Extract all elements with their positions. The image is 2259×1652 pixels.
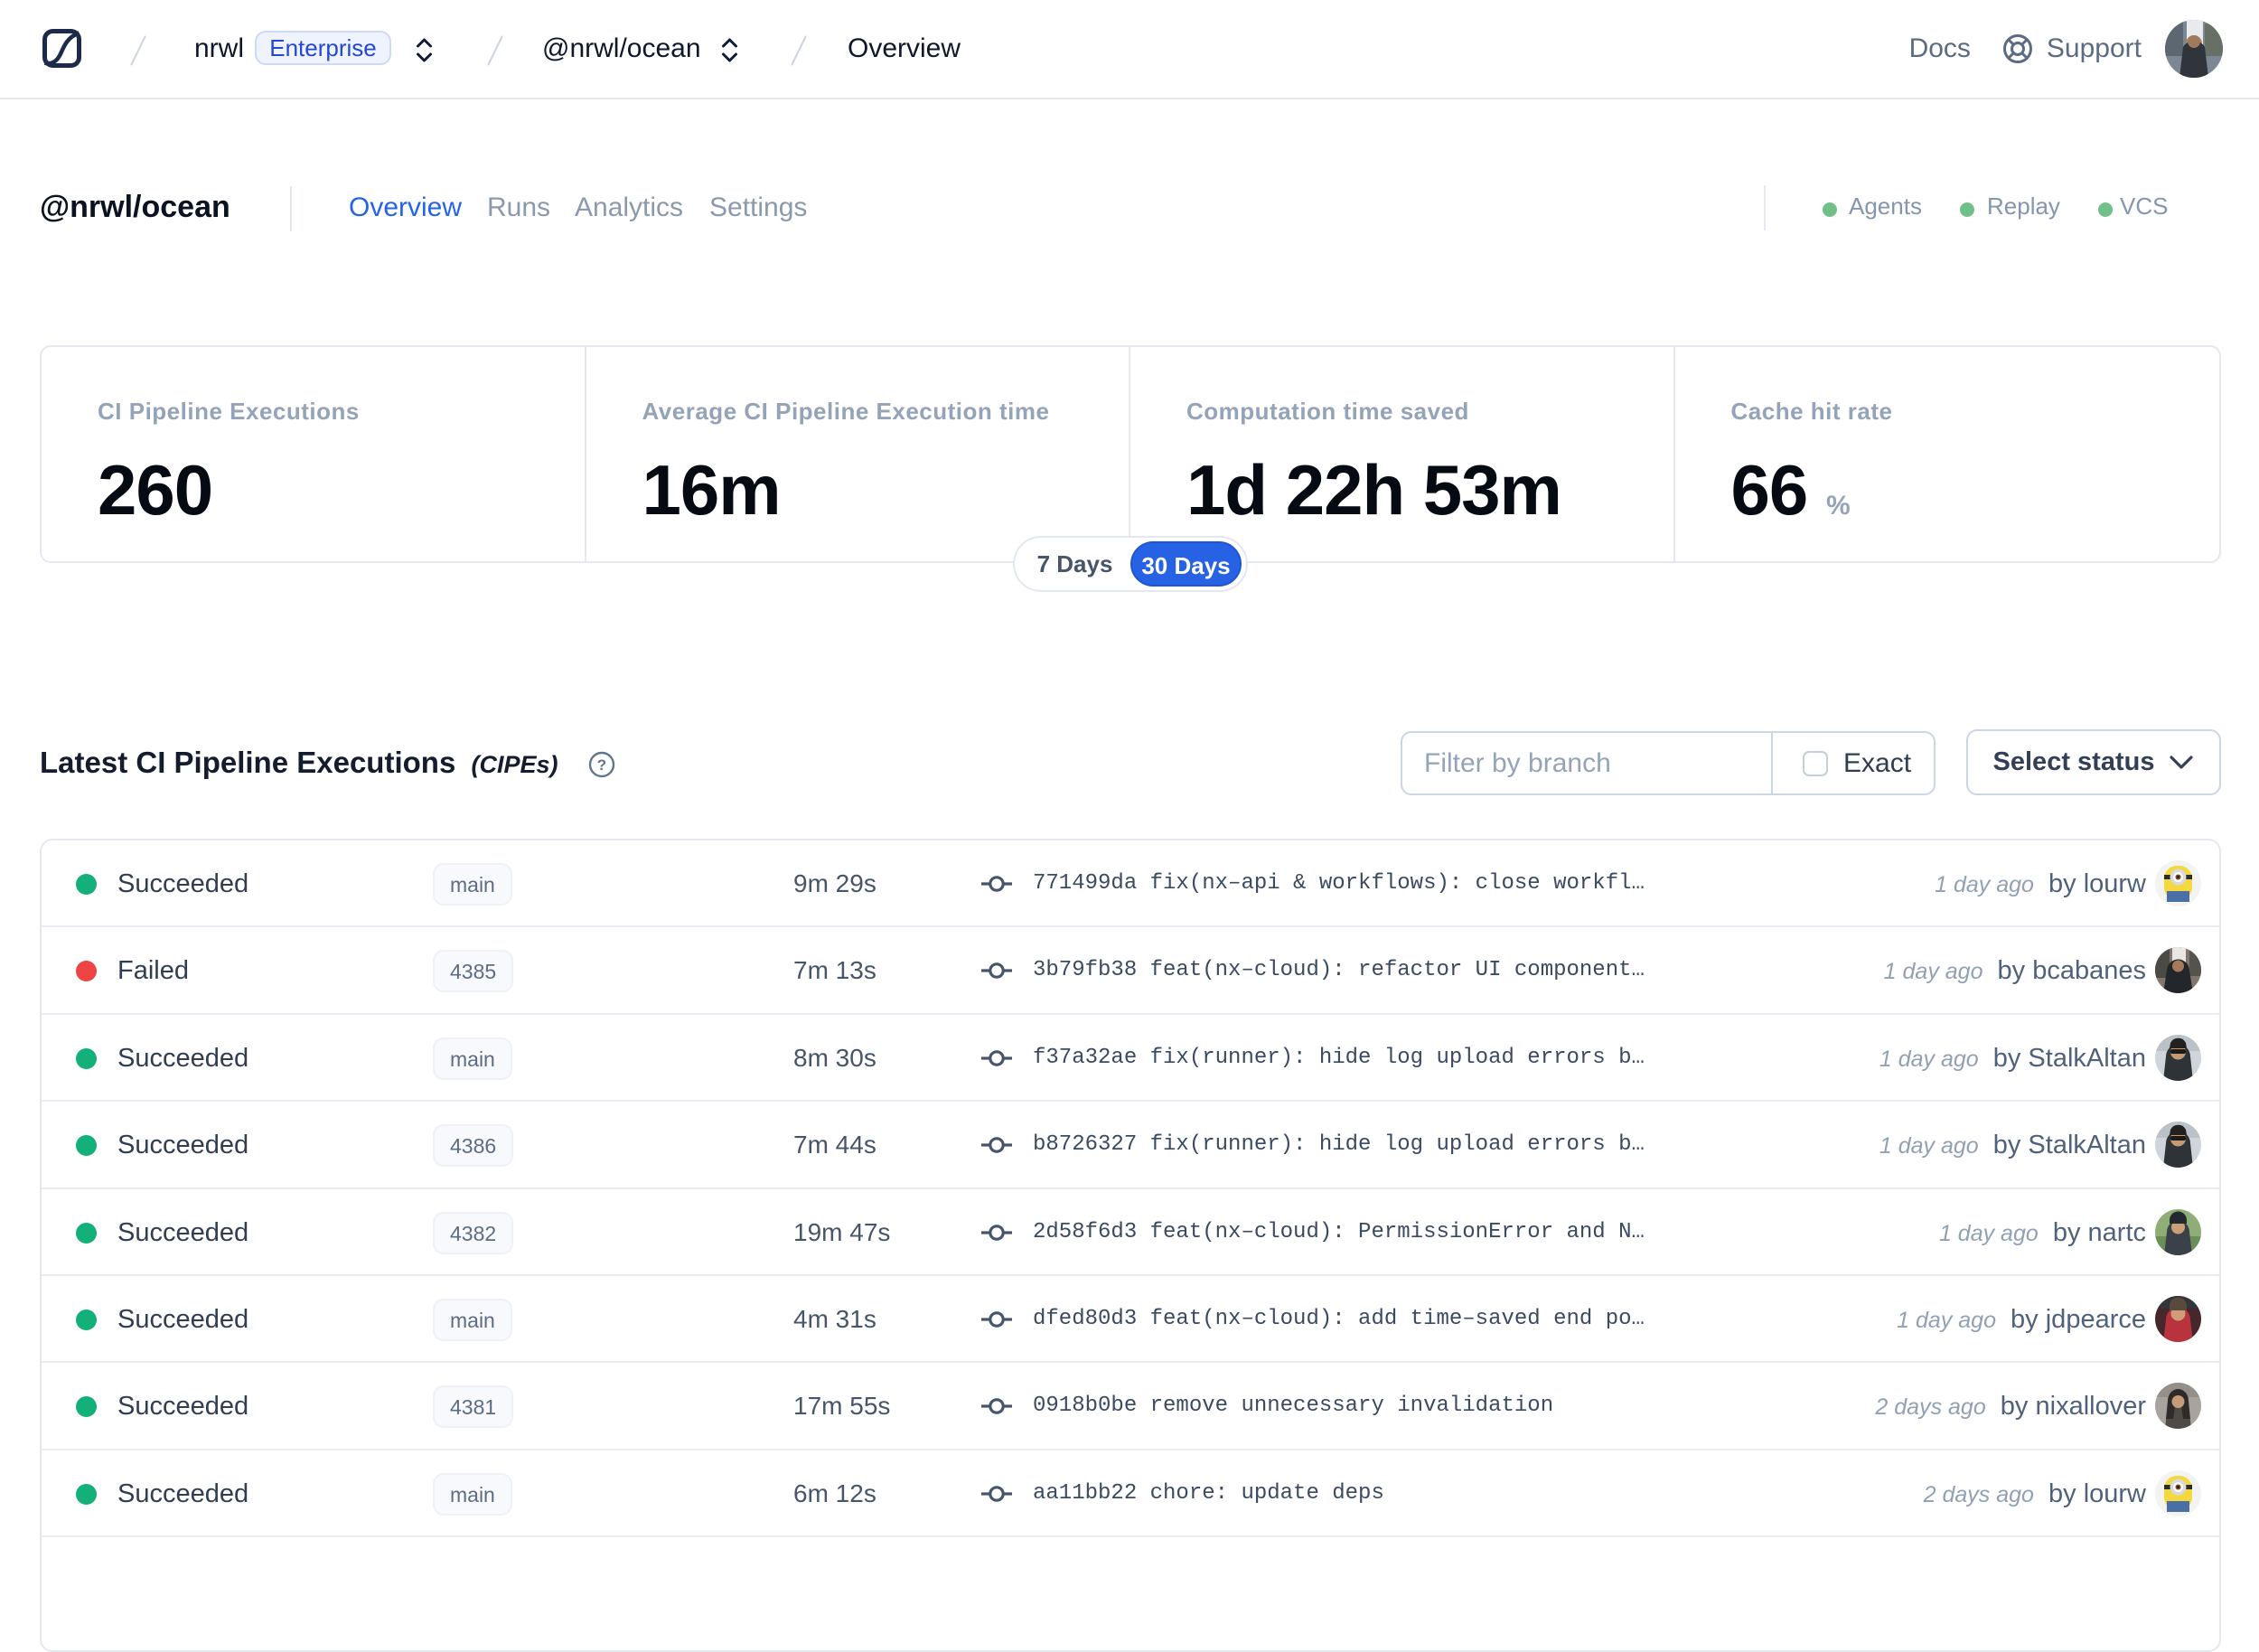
svg-text:?: ? (597, 756, 606, 774)
